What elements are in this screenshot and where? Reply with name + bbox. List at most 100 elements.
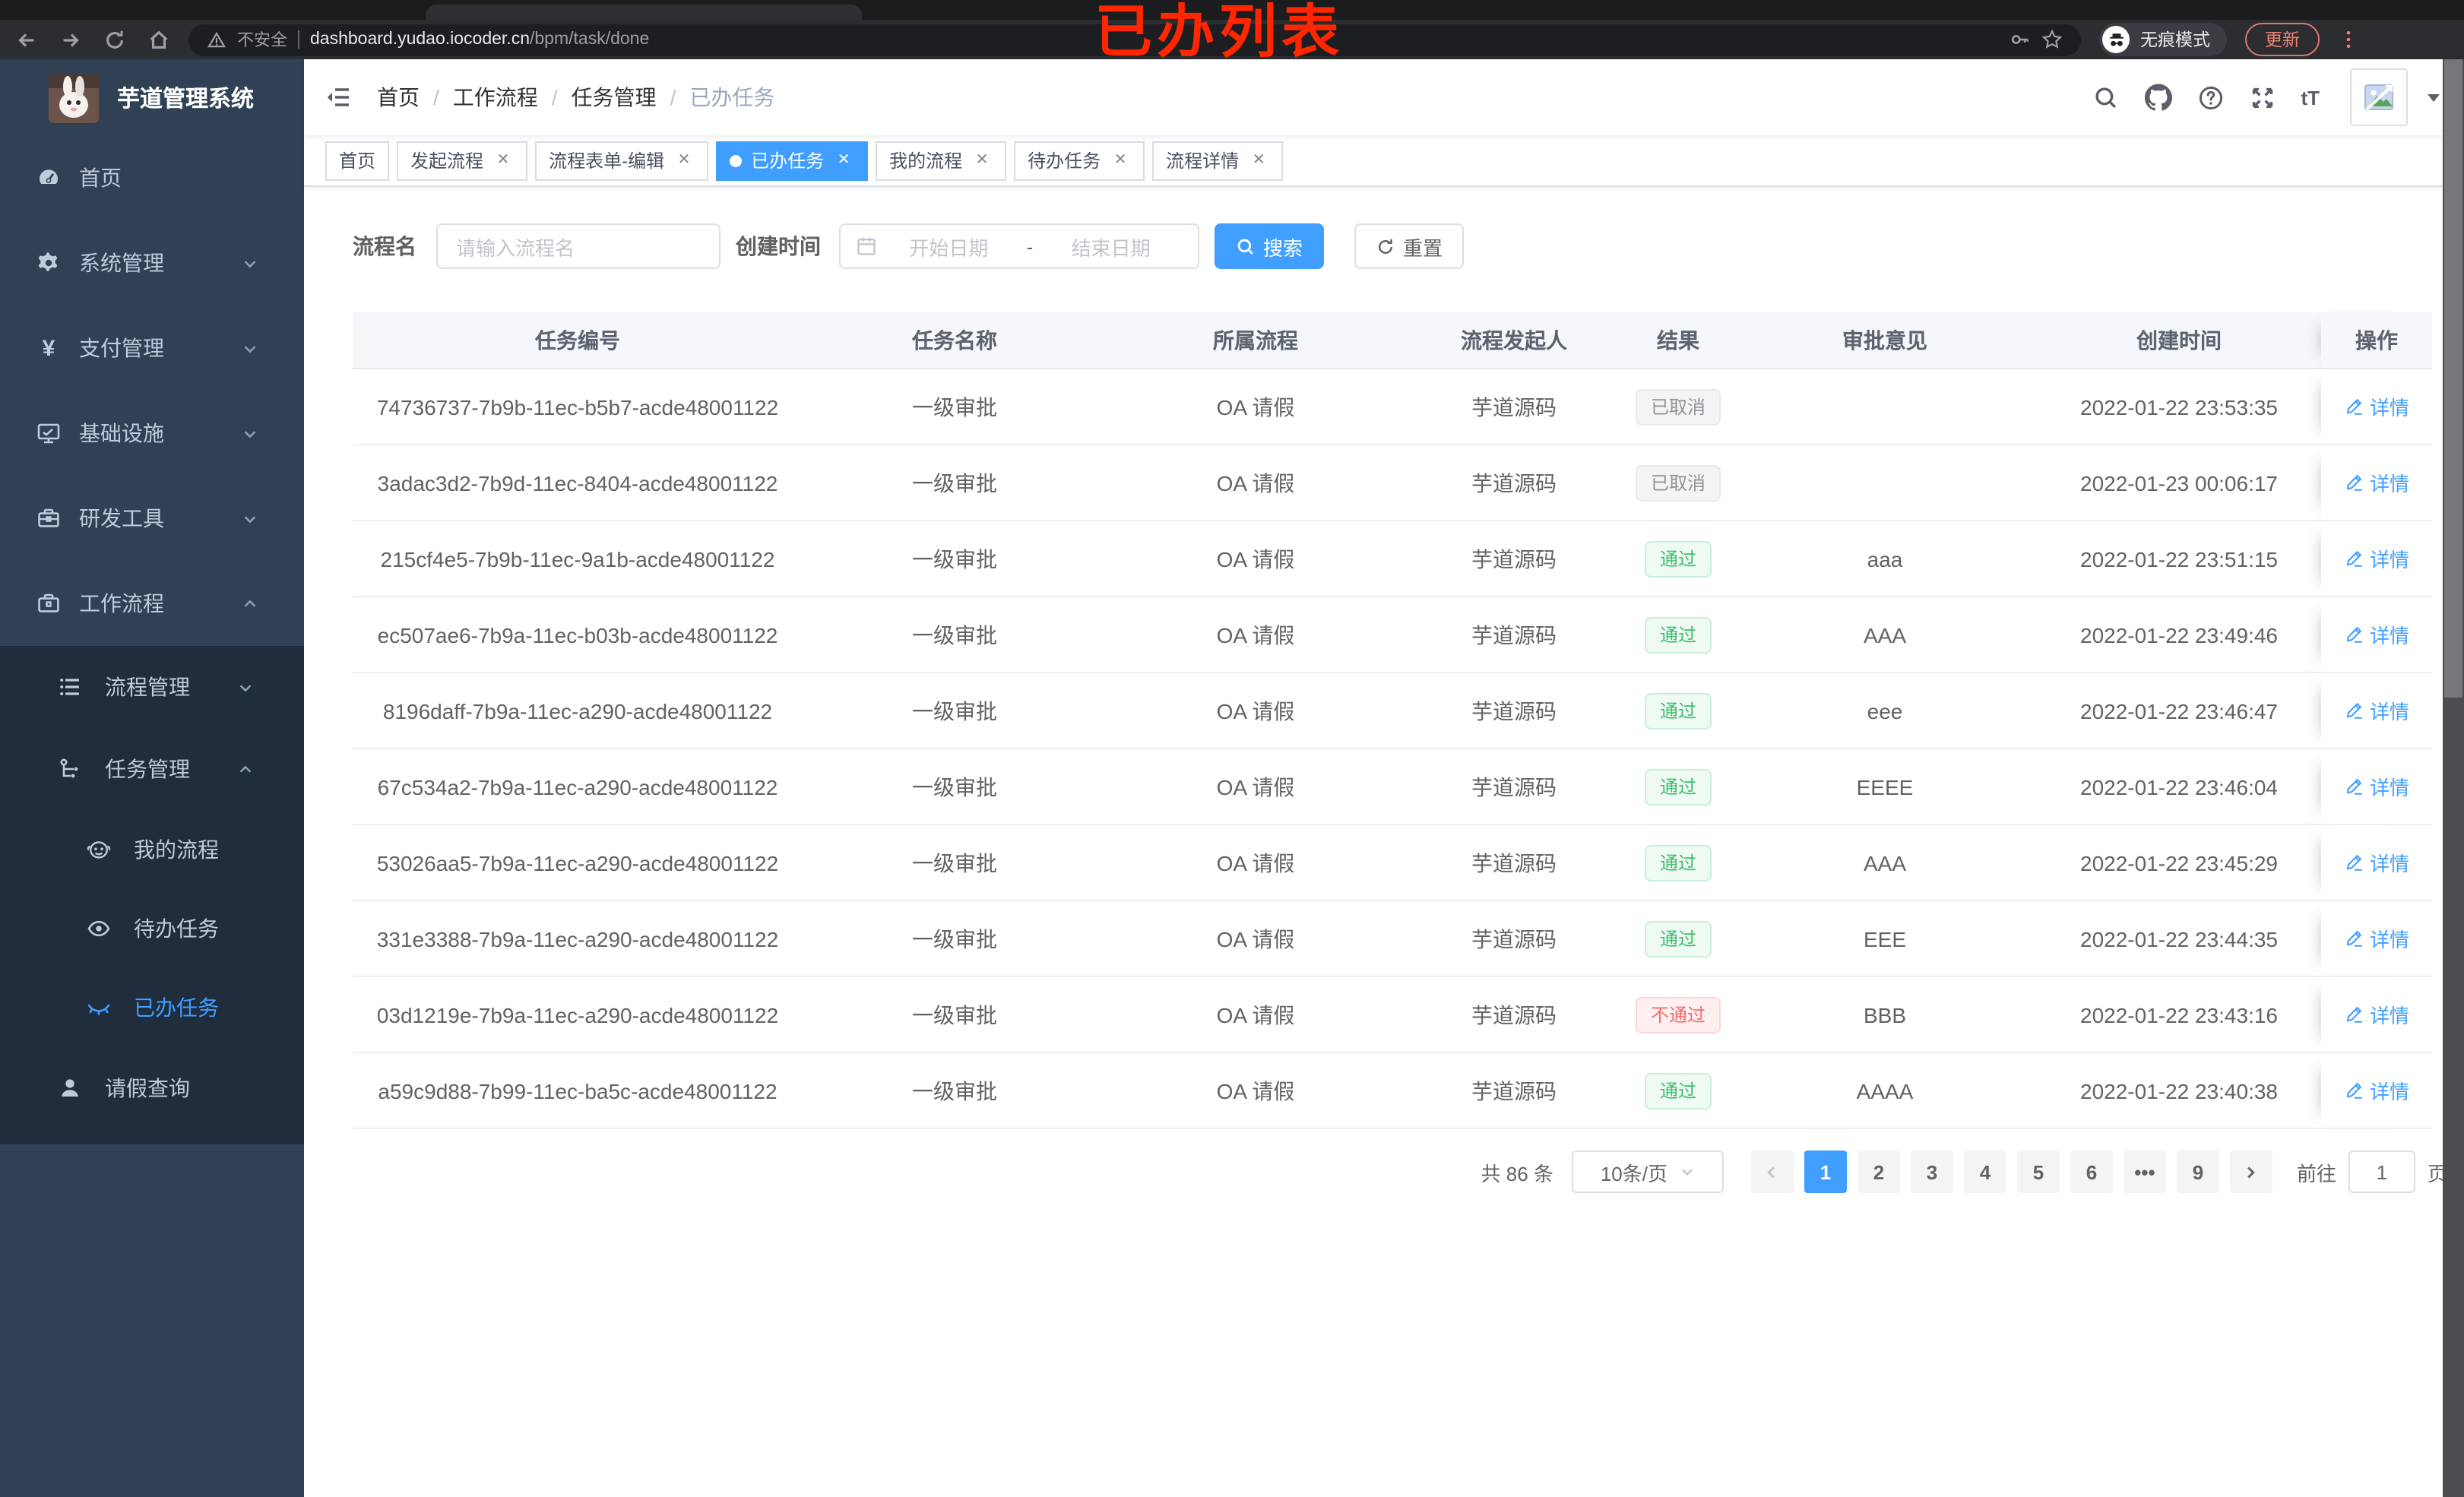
breadcrumb-item-2[interactable]: 任务管理 [572,82,657,112]
cell-starter: 芋道源码 [1405,901,1623,977]
cell-opinion: EEE [1733,901,2037,977]
sidebar-item-9[interactable]: 待办任务 [0,889,304,968]
dashboard-icon [36,166,61,190]
fullscreen-icon[interactable] [2249,84,2275,110]
column-header-0: 任务编号 [353,312,803,369]
detail-link[interactable]: 详情 [2344,620,2409,649]
browser-update-button[interactable]: 更新 [2245,23,2320,56]
reload-icon[interactable] [103,28,126,51]
sidebar-item-8[interactable]: 我的流程 [0,810,304,889]
cell-created: 2022-01-22 23:40:38 [2037,1053,2321,1129]
page-button-2[interactable]: 2 [1857,1150,1900,1193]
sidebar-item-7[interactable]: 任务管理 [0,728,304,810]
detail-link[interactable]: 详情 [2344,772,2409,801]
tab-0[interactable]: 首页 [325,141,390,180]
cell-result: 通过 [1623,521,1733,597]
close-tab-icon[interactable]: ✕ [833,150,854,171]
tab-3[interactable]: 已办任务 ✕ [716,141,869,180]
detail-link[interactable]: 详情 [2344,1000,2409,1029]
page-button-4[interactable]: 4 [1963,1150,2006,1193]
tab-1[interactable]: 发起流程 ✕ [397,141,528,180]
avatar[interactable] [2350,68,2408,126]
tab-2[interactable]: 流程表单-编辑 ✕ [535,141,709,180]
total-count: 共 86 条 [1481,1162,1553,1185]
cell-task-id: 331e3388-7b9a-11ec-a290-acde48001122 [353,901,803,977]
detail-link[interactable]: 详情 [2344,392,2409,421]
page-button-9[interactable]: 9 [2176,1150,2219,1193]
search-icon[interactable] [2092,84,2118,110]
next-page-button[interactable] [2229,1150,2272,1193]
breadcrumb-item-0[interactable]: 首页 [377,82,420,112]
sidebar-item-5[interactable]: 工作流程 [0,561,304,646]
page-size-select[interactable]: 10条/页 [1571,1150,1724,1193]
sidebar-item-2[interactable]: ¥ 支付管理 [0,305,304,391]
workflow-submenu: 流程管理 任务管理 我的流程 待办任务 已办任务 请假查询 [0,646,304,1144]
scrollbar-thumb[interactable] [2444,59,2462,698]
sidebar-item-11[interactable]: 请假查询 [0,1047,304,1129]
cell-task-name: 一级审批 [803,901,1107,977]
detail-link[interactable]: 详情 [2344,468,2409,497]
back-icon[interactable] [15,28,38,51]
date-range-input[interactable]: 开始日期 - 结束日期 [839,223,1199,269]
sidebar-item-0[interactable]: 首页 [0,135,304,220]
close-tab-icon[interactable]: ✕ [492,150,514,171]
tab-6[interactable]: 流程详情 ✕ [1152,141,1284,180]
edit-icon [2344,473,2364,492]
hamburger-icon[interactable] [325,84,353,111]
sidebar-item-4[interactable]: 研发工具 [0,476,304,561]
tab-4[interactable]: 我的流程 ✕ [876,141,1007,180]
cell-result: 通过 [1623,1053,1733,1129]
close-tab-icon[interactable]: ✕ [673,150,695,171]
page-button-1[interactable]: 1 [1804,1150,1847,1193]
detail-link[interactable]: 详情 [2344,848,2409,877]
github-icon[interactable] [2144,84,2172,111]
active-tab-dot [730,154,743,166]
sidebar-item-3[interactable]: 基础设施 [0,391,304,476]
cell-created: 2022-01-22 23:53:35 [2037,369,2321,445]
star-icon[interactable] [2041,29,2063,50]
edit-icon [2344,777,2364,796]
browser-menu-icon[interactable] [2338,29,2359,50]
detail-link[interactable]: 详情 [2344,544,2409,573]
detail-link[interactable]: 详情 [2344,696,2409,725]
app-root: 不安全 dashboard.yudao.iocoder.cn/bpm/task/… [0,0,2464,1497]
font-size-icon[interactable]: tT [2301,86,2320,109]
cell-opinion [1733,445,2037,521]
cell-opinion [1733,369,2037,445]
caret-down-icon[interactable] [2424,88,2443,106]
sidebar-item-6[interactable]: 流程管理 [0,646,304,728]
page-scrollbar[interactable] [2443,59,2464,1497]
close-tab-icon[interactable]: ✕ [1110,150,1131,171]
home-icon[interactable] [147,28,170,51]
close-tab-icon[interactable]: ✕ [1248,150,1269,171]
detail-link[interactable]: 详情 [2344,924,2409,953]
sidebar-item-1[interactable]: 系统管理 [0,220,304,305]
sidebar-logo[interactable]: 芋道管理系统 [0,59,304,135]
column-header-6: 创建时间 [2037,312,2321,369]
reset-button[interactable]: 重置 [1354,223,1465,269]
process-name-input[interactable]: 请输入流程名 [436,223,721,269]
browser-active-tab[interactable] [426,5,862,20]
search-button[interactable]: 搜索 [1215,223,1325,269]
cell-result: 通过 [1623,749,1733,825]
key-icon[interactable] [2010,29,2031,50]
sidebar-item-10[interactable]: 已办任务 [0,968,304,1047]
cell-task-id: 8196daff-7b9a-11ec-a290-acde48001122 [353,673,803,749]
forward-icon[interactable] [59,28,82,51]
tab-5[interactable]: 待办任务 ✕ [1014,141,1145,180]
detail-link[interactable]: 详情 [2344,1076,2409,1105]
page-button-5[interactable]: 5 [2016,1150,2060,1193]
cell-process: OA 请假 [1107,1053,1405,1129]
close-tab-icon[interactable]: ✕ [971,150,993,171]
page-button-6[interactable]: 6 [2070,1150,2113,1193]
page-button-3[interactable]: 3 [1910,1150,1953,1193]
pager-ellipsis[interactable]: ••• [2123,1150,2166,1193]
breadcrumb-item-1[interactable]: 工作流程 [453,82,538,112]
eye-icon [87,916,111,941]
goto-page-input[interactable]: 1 [2348,1150,2415,1193]
help-icon[interactable] [2197,84,2223,110]
incognito-icon [2102,26,2130,53]
monitor-icon [36,421,61,445]
cell-action: 详情 [2321,749,2432,825]
prev-page-button[interactable] [1750,1150,1794,1193]
